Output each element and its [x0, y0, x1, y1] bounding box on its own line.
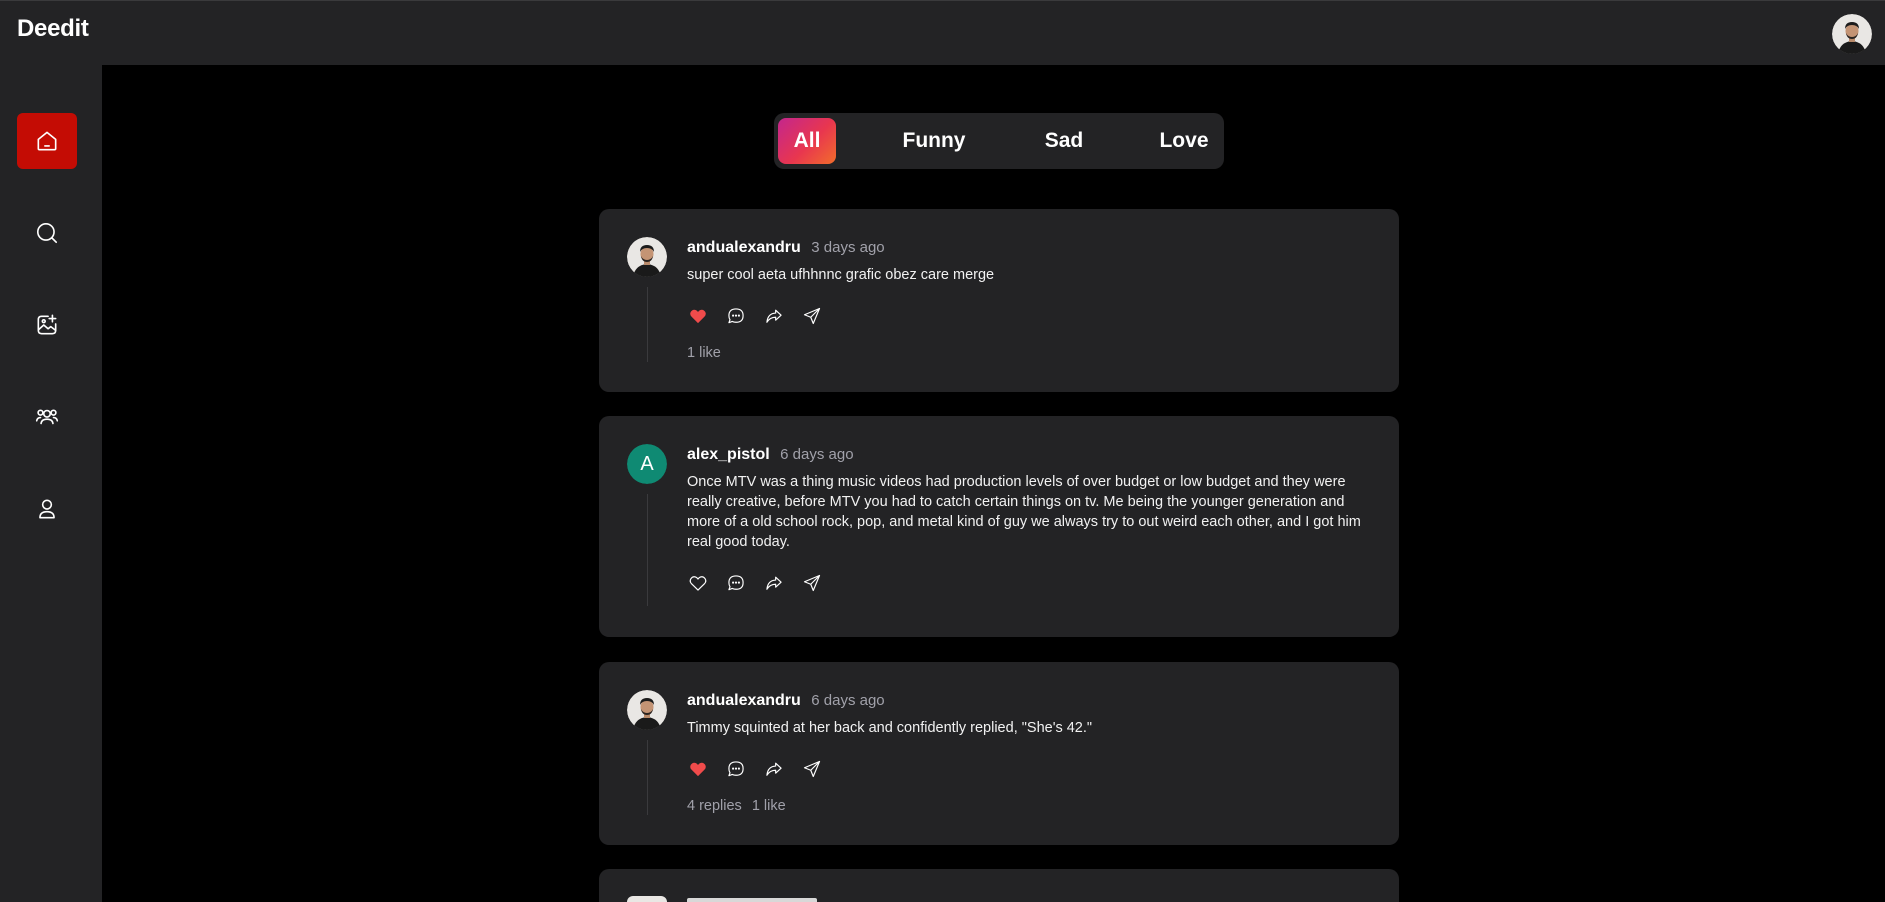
repost-button[interactable] — [763, 758, 785, 780]
post-username[interactable]: andualexandru — [687, 692, 801, 709]
post-card: andualexandru 6 days ago Timmy squinted … — [599, 662, 1399, 845]
comment-button[interactable] — [725, 572, 747, 594]
like-button[interactable] — [687, 572, 709, 594]
tab-love[interactable]: Love — [1144, 118, 1224, 164]
post-card — [599, 869, 1399, 902]
send-button[interactable] — [801, 572, 823, 594]
share-arrow-icon — [766, 576, 782, 590]
like-button[interactable] — [687, 758, 709, 780]
comment-button[interactable] — [725, 305, 747, 327]
tab-funny[interactable]: Funny — [884, 118, 984, 164]
share-arrow-icon — [766, 309, 782, 323]
post-actions — [687, 305, 823, 327]
post-username[interactable]: alex_pistol — [687, 446, 770, 463]
tab-sad[interactable]: Sad — [1024, 118, 1104, 164]
user-icon — [39, 499, 55, 519]
post-author-avatar[interactable] — [627, 237, 667, 277]
post-card: A alex_pistol 6 days ago Once MTV was a … — [599, 416, 1399, 637]
replies-count[interactable]: 4 replies — [687, 798, 742, 814]
comment-icon — [728, 575, 744, 591]
letter-avatar: A — [627, 444, 667, 484]
post-username[interactable]: andualexandru — [687, 239, 801, 256]
post-username-partial — [687, 898, 817, 902]
comment-button[interactable] — [725, 758, 747, 780]
post-meta: alex_pistol 6 days ago — [687, 446, 854, 464]
post-time: 6 days ago — [811, 692, 885, 709]
user-avatar[interactable] — [1832, 14, 1872, 54]
thread-line — [647, 740, 648, 815]
home-icon — [37, 131, 57, 151]
repost-button[interactable] — [763, 305, 785, 327]
send-icon — [803, 760, 821, 778]
post-actions — [687, 572, 823, 594]
sidebar-item-community[interactable] — [17, 389, 77, 445]
post-author-avatar[interactable] — [627, 896, 667, 902]
post-stats: 4 replies 1 like — [687, 798, 786, 814]
likes-count[interactable]: 1 like — [687, 345, 721, 361]
post-meta: andualexandru 6 days ago — [687, 692, 885, 710]
search-icon — [36, 222, 58, 244]
sidebar-item-search[interactable] — [17, 205, 77, 261]
post-meta: andualexandru 3 days ago — [687, 239, 885, 257]
sidebar-item-profile[interactable] — [17, 481, 77, 537]
sidebar — [0, 65, 102, 902]
post-time: 3 days ago — [811, 239, 885, 256]
send-icon — [803, 574, 821, 592]
users-icon — [35, 409, 59, 425]
post-stats: 1 like — [687, 345, 721, 361]
like-button[interactable] — [687, 305, 709, 327]
tab-all[interactable]: All — [778, 118, 836, 164]
post-text: super cool aeta ufhhnnc grafic obez care… — [687, 267, 995, 283]
send-button[interactable] — [801, 758, 823, 780]
send-button[interactable] — [801, 305, 823, 327]
image-plus-icon — [37, 314, 57, 335]
thread-line — [647, 287, 648, 362]
likes-count[interactable]: 1 like — [752, 798, 786, 814]
send-icon — [803, 307, 821, 325]
top-bar: Deedit — [0, 0, 1885, 65]
sidebar-item-home[interactable] — [17, 113, 77, 169]
post-author-avatar[interactable]: A — [627, 444, 667, 484]
heart-filled-icon — [690, 762, 706, 777]
post-text: Timmy squinted at her back and confident… — [687, 720, 1093, 736]
heart-filled-icon — [690, 309, 706, 324]
heart-icon — [689, 576, 707, 591]
post-author-avatar[interactable] — [627, 690, 667, 730]
thread-line — [647, 494, 648, 606]
feed-filter-tabs: All Funny Sad Love — [774, 113, 1224, 169]
comment-icon — [728, 761, 744, 777]
post-actions — [687, 758, 823, 780]
brand-logo[interactable]: Deedit — [17, 15, 89, 43]
repost-button[interactable] — [763, 572, 785, 594]
post-text: Once MTV was a thing music videos had pr… — [687, 474, 1361, 550]
sidebar-item-add-image[interactable] — [17, 297, 77, 353]
post-time: 6 days ago — [780, 446, 854, 463]
post-card: andualexandru 3 days ago super cool aeta… — [599, 209, 1399, 392]
share-arrow-icon — [766, 762, 782, 776]
comment-icon — [728, 308, 744, 324]
